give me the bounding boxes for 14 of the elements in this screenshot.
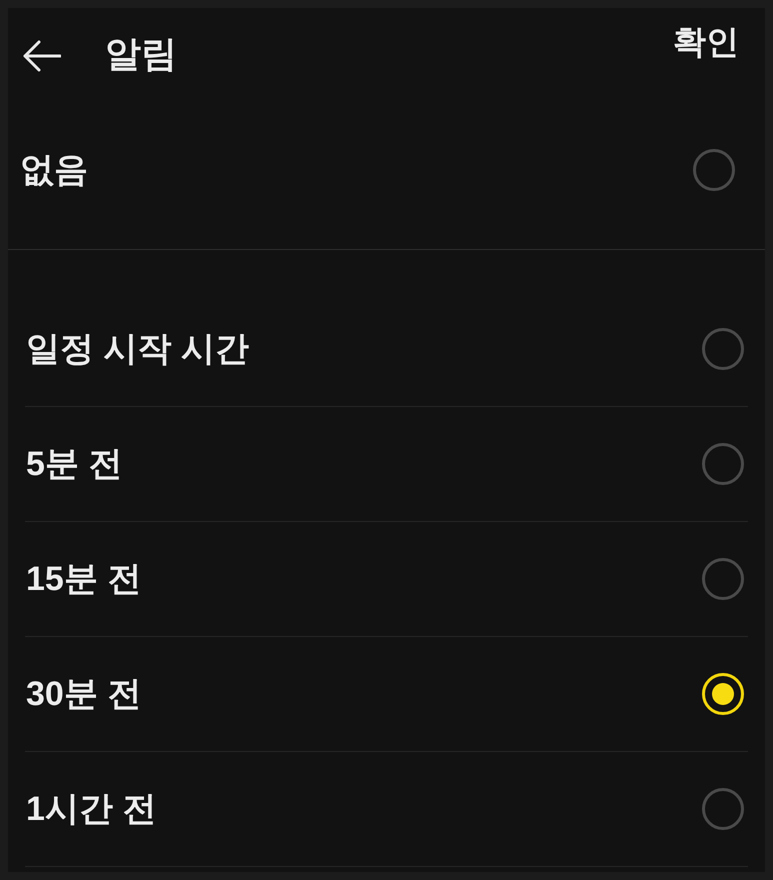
back-arrow-icon xyxy=(23,40,61,72)
option-label[interactable]: 30분 전 xyxy=(26,672,142,716)
radio-button[interactable] xyxy=(702,788,744,830)
confirm-button[interactable]: 확인 xyxy=(673,20,739,64)
radio-button[interactable] xyxy=(693,148,735,190)
radio-button[interactable] xyxy=(702,328,744,370)
option-label[interactable]: 15분 전 xyxy=(26,557,142,601)
radio-button[interactable] xyxy=(702,558,744,600)
radio-button[interactable] xyxy=(702,443,744,485)
page-title: 알림 xyxy=(105,32,177,76)
option-label[interactable]: 1시간 전 xyxy=(26,787,156,831)
option-label[interactable]: 5분 전 xyxy=(26,442,122,486)
option-label[interactable]: 없음 xyxy=(20,148,88,192)
option-label[interactable]: 일정 시작 시간 xyxy=(26,327,249,371)
